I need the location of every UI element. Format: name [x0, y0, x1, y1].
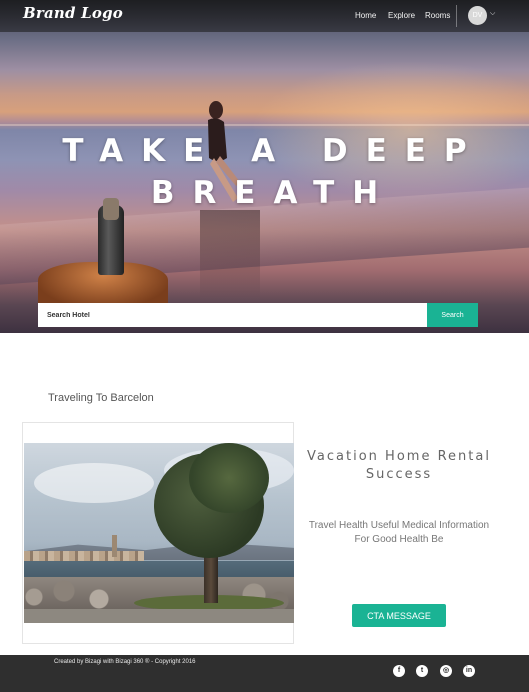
section-heading: Traveling To Barcelon [48, 392, 154, 404]
nav-home-link[interactable]: Home [355, 11, 376, 20]
nav-rooms-link[interactable]: Rooms [425, 11, 450, 20]
top-navbar: Brand Logo Home Explore Rooms DV ⌵ [0, 0, 529, 32]
chevron-down-icon[interactable]: ⌵ [490, 10, 495, 18]
destination-card [22, 422, 294, 644]
instagram-icon[interactable]: ◎ [440, 665, 452, 677]
nav-explore-link[interactable]: Explore [388, 11, 415, 20]
water-reflection [200, 210, 260, 300]
cloud [34, 463, 154, 503]
rental-title: Vacation Home Rental Success [307, 449, 491, 482]
nav-divider [456, 5, 457, 27]
twitter-icon[interactable]: t [416, 665, 428, 677]
hero-title-line-1: TAKE A DEEP [62, 133, 485, 169]
search-button[interactable]: Search [427, 303, 478, 327]
facebook-icon[interactable]: f [393, 665, 405, 677]
footer: Created by Bizagi with Bizagi 360 ® - Co… [0, 655, 529, 692]
cta-button[interactable]: CTA MESSAGE [352, 604, 446, 627]
rental-description: Travel Health Useful Medical Information… [308, 520, 490, 545]
hero-title: TAKE A DEEP BREATH [0, 130, 529, 214]
hotel-search-input[interactable] [38, 303, 427, 327]
brand-logo[interactable]: Brand Logo [23, 4, 123, 22]
hero-title-line-2: BREATH [150, 175, 397, 211]
destination-photo [24, 443, 294, 623]
copyright-text: Created by Bizagi with Bizagi 360 ® - Co… [54, 659, 196, 665]
tree-crown [189, 443, 269, 513]
bell-tower [112, 535, 117, 557]
user-avatar[interactable]: DV [468, 6, 487, 25]
ground [24, 609, 294, 623]
linkedin-icon[interactable]: in [463, 665, 475, 677]
horizon-line [0, 124, 529, 126]
